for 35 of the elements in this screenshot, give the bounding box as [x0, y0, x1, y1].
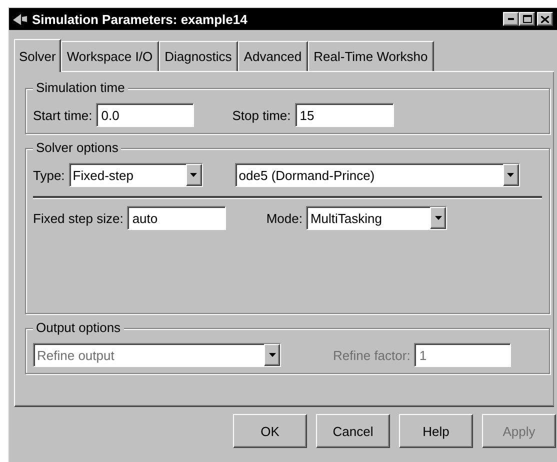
field-label: Fixed step size: — [33, 210, 124, 226]
caret-icon — [507, 173, 514, 177]
dropdown[interactable]: Fixed-step — [68, 163, 203, 187]
window-title: Simulation Parameters: example14 — [32, 12, 248, 26]
caret-icon — [434, 216, 442, 220]
field-label: Type: — [33, 168, 65, 182]
dialog-button[interactable]: Cancel — [316, 414, 390, 448]
caret-icon — [190, 173, 198, 177]
tab[interactable]: Workspace I/O — [60, 41, 159, 71]
close-button[interactable] — [537, 12, 553, 26]
minimize-icon — [508, 18, 514, 20]
field-label: Refine factor: — [333, 348, 410, 362]
text-field[interactable]: 0.0 — [96, 103, 194, 127]
group-title: Simulation time — [33, 80, 128, 95]
caret-icon — [268, 353, 276, 357]
maximize-icon — [522, 15, 532, 23]
tab[interactable]: Diagnostics — [158, 41, 238, 71]
dialog-button[interactable]: Help — [399, 414, 473, 448]
close-icon — [541, 16, 549, 22]
group-title: Output options — [33, 320, 124, 335]
window-app-icon — [12, 12, 28, 26]
dropdown[interactable]: ode5 (Dormand-Prince) — [234, 163, 520, 187]
dialog-button[interactable]: OK — [233, 414, 307, 448]
text-field[interactable]: auto — [127, 206, 226, 230]
field-label: Mode: — [266, 210, 302, 226]
tab[interactable]: Advanced — [238, 41, 308, 71]
dropdown[interactable]: MultiTasking — [306, 206, 448, 230]
tab[interactable]: Real-Time Worksho — [308, 41, 434, 71]
maximize-button[interactable] — [519, 12, 535, 26]
group-title: Solver options — [33, 140, 122, 155]
field-label: Stop time: — [232, 108, 291, 122]
tab[interactable]: Solver — [14, 39, 61, 72]
field-label: Start time: — [33, 108, 92, 122]
minimize-button[interactable] — [503, 12, 519, 26]
text-field[interactable]: 15 — [294, 103, 394, 127]
